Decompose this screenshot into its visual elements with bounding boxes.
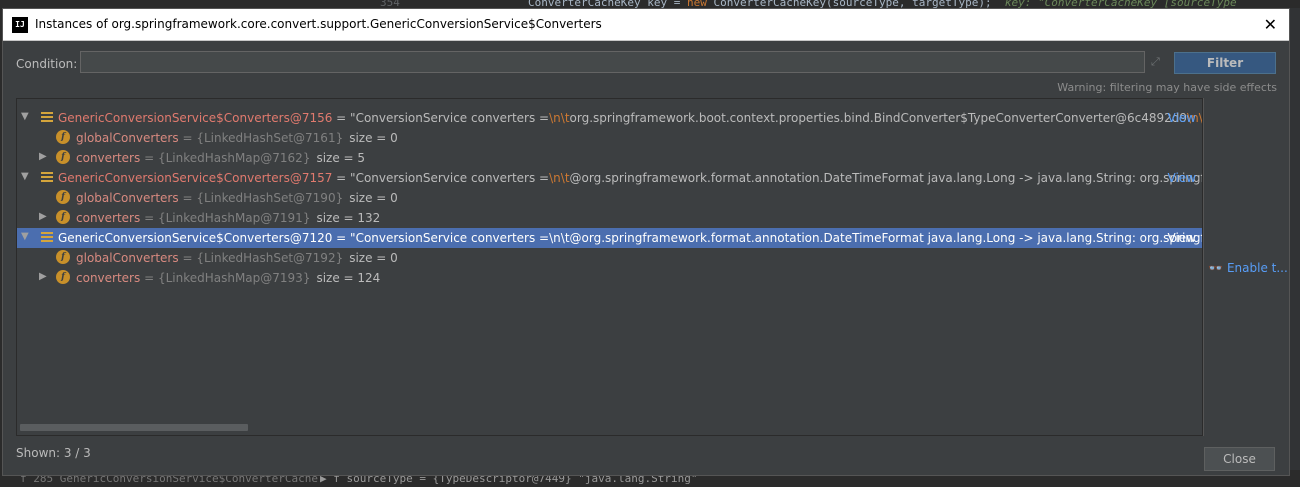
glasses-icon: 👓 <box>1208 261 1223 275</box>
instance-row[interactable]: ▼ GenericConversionService$Converters@715… <box>17 108 1202 128</box>
field-row[interactable]: f globalConverters = {LinkedHashSet@7192}… <box>17 248 1202 268</box>
instance-value: "ConversionService converters = <box>350 111 550 125</box>
equals-sign: = <box>178 251 197 265</box>
field-text: globalConverters = {LinkedHashSet@7161} s… <box>76 131 398 145</box>
field-name: globalConverters <box>76 131 179 145</box>
instances-dialog: IJ Instances of org.springframework.core… <box>2 8 1290 476</box>
field-reference: {LinkedHashMap@7191} <box>157 211 311 225</box>
instance-text: GenericConversionService$Converters@7157… <box>58 171 1202 185</box>
instance-value: "ConversionService converters = <box>350 231 550 245</box>
field-name: globalConverters <box>76 251 179 265</box>
filter-warning: Warning: filtering may have side effects <box>1057 81 1277 94</box>
equals-sign: = <box>178 131 197 145</box>
field-text: converters = {LinkedHashMap@7193} size = … <box>76 271 380 285</box>
field-icon: f <box>56 130 70 144</box>
field-icon: f <box>56 150 70 164</box>
field-size: size = 5 <box>316 151 366 165</box>
field-icon: f <box>56 270 70 284</box>
field-size: size = 0 <box>349 131 398 145</box>
field-text: converters = {LinkedHashMap@7191} size = … <box>76 211 380 225</box>
field-row[interactable]: ▶ f converters = {LinkedHashMap@7193} size … <box>17 268 1202 288</box>
field-reference: {LinkedHashSet@7192} <box>196 251 344 265</box>
view-link[interactable]: View <box>1168 171 1196 185</box>
editor-line-number: 354 <box>380 0 400 8</box>
collapsed-arrow-icon[interactable]: ▶ <box>39 211 49 222</box>
close-icon[interactable]: ✕ <box>1264 15 1277 34</box>
instances-tree[interactable]: ▼ GenericConversionService$Converters@715… <box>16 98 1203 436</box>
field-icon: f <box>56 190 70 204</box>
field-reference: {LinkedHashMap@7193} <box>157 271 311 285</box>
equals-sign: = <box>332 171 351 185</box>
background-editor: 354 ConverterCacheKey key = new Converte… <box>0 0 1300 8</box>
view-link[interactable]: View <box>1168 111 1196 125</box>
expanded-arrow-icon[interactable]: ▼ <box>21 111 31 122</box>
field-size: size = 0 <box>349 251 398 265</box>
field-icon: f <box>56 210 70 224</box>
collapsed-arrow-icon[interactable]: ▶ <box>39 271 49 282</box>
expand-editor-icon[interactable]: ⤢ <box>1151 55 1165 69</box>
field-name: globalConverters <box>76 191 179 205</box>
expanded-arrow-icon[interactable]: ▼ <box>21 171 31 182</box>
field-text: globalConverters = {LinkedHashSet@7192} s… <box>76 251 398 265</box>
object-icon <box>41 172 53 183</box>
escape-sequence: \n\t <box>549 231 570 245</box>
equals-sign: = <box>140 271 158 285</box>
instance-value: "ConversionService converters = <box>350 171 550 185</box>
field-size: size = 0 <box>349 191 398 205</box>
close-button[interactable]: Close <box>1204 447 1275 471</box>
object-icon <box>41 232 53 243</box>
field-size: size = 132 <box>316 211 381 225</box>
equals-sign: = <box>140 151 158 165</box>
instance-name: GenericConversionService$Converters@7157 <box>58 171 333 185</box>
dialog-title: Instances of org.springframework.core.co… <box>35 17 602 31</box>
expanded-arrow-icon[interactable]: ▼ <box>21 231 31 242</box>
instance-value: @org.springframework.format.annotation.D… <box>569 171 1202 185</box>
field-text: globalConverters = {LinkedHashSet@7190} s… <box>76 191 398 205</box>
field-name: converters <box>76 211 141 225</box>
field-size: size = 124 <box>316 271 381 285</box>
field-reference: {LinkedHashSet@7161} <box>196 131 344 145</box>
field-name: converters <box>76 151 141 165</box>
field-row[interactable]: f globalConverters = {LinkedHashSet@7161}… <box>17 128 1202 148</box>
instance-row[interactable]: ▼ GenericConversionService$Converters@715… <box>17 168 1202 188</box>
field-row[interactable]: ▶ f converters = {LinkedHashMap@7191} size … <box>17 208 1202 228</box>
equals-sign: = <box>140 211 158 225</box>
field-text: converters = {LinkedHashMap@7162} size = … <box>76 151 365 165</box>
escape-sequence: \n\t <box>549 111 570 125</box>
intellij-icon: IJ <box>12 17 28 33</box>
instance-name: GenericConversionService$Converters@7120 <box>58 231 333 245</box>
view-link[interactable]: View <box>1168 231 1196 245</box>
field-reference: {LinkedHashSet@7190} <box>196 191 344 205</box>
instance-text: GenericConversionService$Converters@7120… <box>58 231 1202 245</box>
equals-sign: = <box>332 231 351 245</box>
equals-sign: = <box>178 191 197 205</box>
enable-tracking-link[interactable]: 👓 Enable t... <box>1208 261 1288 275</box>
instance-value: @org.springframework.format.annotation.D… <box>569 231 1202 245</box>
equals-sign: = <box>332 111 351 125</box>
field-row[interactable]: f globalConverters = {LinkedHashSet@7190}… <box>17 188 1202 208</box>
collapsed-arrow-icon[interactable]: ▶ <box>39 151 49 162</box>
shown-count: Shown: 3 / 3 <box>16 446 91 460</box>
instance-row[interactable]: ▼ GenericConversionService$Converters@712… <box>17 228 1202 248</box>
filter-button[interactable]: Filter <box>1174 52 1276 74</box>
condition-label: Condition: <box>16 57 78 71</box>
instance-text: GenericConversionService$Converters@7156… <box>58 111 1202 125</box>
condition-input[interactable] <box>80 51 1145 73</box>
field-name: converters <box>76 271 141 285</box>
instance-name: GenericConversionService$Converters@7156 <box>58 111 333 125</box>
field-row[interactable]: ▶ f converters = {LinkedHashMap@7162} size … <box>17 148 1202 168</box>
background-scrollbar <box>1290 8 1300 487</box>
editor-code-line: ConverterCacheKey key = new ConverterCac… <box>528 0 1237 8</box>
escape-sequence: \n\t <box>549 171 570 185</box>
field-reference: {LinkedHashMap@7162} <box>157 151 311 165</box>
object-icon <box>41 112 53 123</box>
horizontal-scrollbar[interactable] <box>20 424 248 431</box>
instance-value: org.springframework.boot.context.propert… <box>569 111 1188 125</box>
dialog-titlebar[interactable]: IJ Instances of org.springframework.core… <box>3 9 1289 41</box>
field-icon: f <box>56 250 70 264</box>
